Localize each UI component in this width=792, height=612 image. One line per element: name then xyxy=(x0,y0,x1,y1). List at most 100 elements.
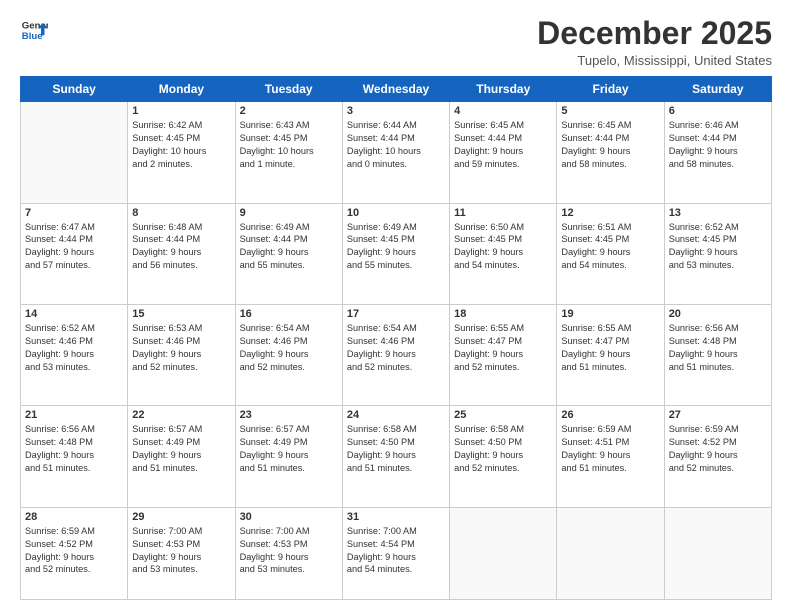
day-number: 3 xyxy=(347,105,445,117)
day-info: Sunrise: 6:58 AM Sunset: 4:50 PM Dayligh… xyxy=(454,423,552,475)
header: General Blue December 2025 Tupelo, Missi… xyxy=(20,16,772,68)
calendar-cell: 23 Sunrise: 6:57 AM Sunset: 4:49 PM Dayli… xyxy=(235,406,342,507)
day-number: 15 xyxy=(132,308,230,320)
day-info: Sunrise: 6:47 AM Sunset: 4:44 PM Dayligh… xyxy=(25,221,123,273)
weekday-header-monday: Monday xyxy=(128,77,235,102)
calendar-cell: 3 Sunrise: 6:44 AM Sunset: 4:44 PM Daylig… xyxy=(342,102,449,203)
day-info: Sunrise: 7:00 AM Sunset: 4:53 PM Dayligh… xyxy=(132,525,230,577)
day-number: 8 xyxy=(132,207,230,219)
day-number: 24 xyxy=(347,409,445,421)
day-info: Sunrise: 6:59 AM Sunset: 4:51 PM Dayligh… xyxy=(561,423,659,475)
day-info: Sunrise: 6:52 AM Sunset: 4:46 PM Dayligh… xyxy=(25,322,123,374)
day-number: 22 xyxy=(132,409,230,421)
calendar-cell: 30 Sunrise: 7:00 AM Sunset: 4:53 PM Dayli… xyxy=(235,507,342,599)
day-info: Sunrise: 6:56 AM Sunset: 4:48 PM Dayligh… xyxy=(669,322,767,374)
calendar-cell: 5Sunrise: 6:45 AM Sunset: 4:44 PM Daylig… xyxy=(557,102,664,203)
weekday-header-row: SundayMondayTuesdayWednesdayThursdayFrid… xyxy=(21,77,772,102)
day-info: Sunrise: 6:44 AM Sunset: 4:44 PM Dayligh… xyxy=(347,119,445,171)
calendar-cell: 16 Sunrise: 6:54 AM Sunset: 4:46 PM Dayli… xyxy=(235,305,342,406)
day-number: 29 xyxy=(132,511,230,523)
day-number: 19 xyxy=(561,308,659,320)
day-info: Sunrise: 6:45 AM Sunset: 4:44 PM Dayligh… xyxy=(561,119,659,171)
calendar-cell: 18Sunrise: 6:55 AM Sunset: 4:47 PM Dayli… xyxy=(450,305,557,406)
calendar-cell: 6Sunrise: 6:46 AM Sunset: 4:44 PM Daylig… xyxy=(664,102,771,203)
weekday-header-thursday: Thursday xyxy=(450,77,557,102)
day-number: 31 xyxy=(347,511,445,523)
title-block: December 2025 Tupelo, Mississippi, Unite… xyxy=(537,16,772,68)
day-info: Sunrise: 7:00 AM Sunset: 4:53 PM Dayligh… xyxy=(240,525,338,577)
day-number: 16 xyxy=(240,308,338,320)
calendar-cell xyxy=(557,507,664,599)
calendar-cell: 31 Sunrise: 7:00 AM Sunset: 4:54 PM Dayli… xyxy=(342,507,449,599)
day-info: Sunrise: 6:54 AM Sunset: 4:46 PM Dayligh… xyxy=(347,322,445,374)
calendar-cell: 15 Sunrise: 6:53 AM Sunset: 4:46 PM Dayli… xyxy=(128,305,235,406)
week-row-1: 1 Sunrise: 6:42 AM Sunset: 4:45 PM Daylig… xyxy=(21,102,772,203)
day-info: Sunrise: 6:53 AM Sunset: 4:46 PM Dayligh… xyxy=(132,322,230,374)
day-number: 30 xyxy=(240,511,338,523)
calendar-cell: 10 Sunrise: 6:49 AM Sunset: 4:45 PM Dayli… xyxy=(342,203,449,304)
calendar-cell xyxy=(21,102,128,203)
calendar-cell: 4Sunrise: 6:45 AM Sunset: 4:44 PM Daylig… xyxy=(450,102,557,203)
calendar-cell: 29 Sunrise: 7:00 AM Sunset: 4:53 PM Dayli… xyxy=(128,507,235,599)
calendar-cell xyxy=(664,507,771,599)
calendar-cell: 14 Sunrise: 6:52 AM Sunset: 4:46 PM Dayli… xyxy=(21,305,128,406)
week-row-2: 7 Sunrise: 6:47 AM Sunset: 4:44 PM Daylig… xyxy=(21,203,772,304)
day-number: 13 xyxy=(669,207,767,219)
day-info: Sunrise: 6:45 AM Sunset: 4:44 PM Dayligh… xyxy=(454,119,552,171)
day-number: 21 xyxy=(25,409,123,421)
day-info: Sunrise: 6:59 AM Sunset: 4:52 PM Dayligh… xyxy=(25,525,123,577)
day-number: 9 xyxy=(240,207,338,219)
calendar-cell: 22 Sunrise: 6:57 AM Sunset: 4:49 PM Dayli… xyxy=(128,406,235,507)
calendar-cell: 25 Sunrise: 6:58 AM Sunset: 4:50 PM Dayli… xyxy=(450,406,557,507)
calendar-cell: 19 Sunrise: 6:55 AM Sunset: 4:47 PM Dayli… xyxy=(557,305,664,406)
calendar-cell: 24 Sunrise: 6:58 AM Sunset: 4:50 PM Dayli… xyxy=(342,406,449,507)
week-row-4: 21 Sunrise: 6:56 AM Sunset: 4:48 PM Dayli… xyxy=(21,406,772,507)
calendar-cell: 8 Sunrise: 6:48 AM Sunset: 4:44 PM Daylig… xyxy=(128,203,235,304)
day-number: 1 xyxy=(132,105,230,117)
calendar-cell: 7 Sunrise: 6:47 AM Sunset: 4:44 PM Daylig… xyxy=(21,203,128,304)
day-number: 26 xyxy=(561,409,659,421)
weekday-header-sunday: Sunday xyxy=(21,77,128,102)
calendar-cell: 9Sunrise: 6:49 AM Sunset: 4:44 PM Daylig… xyxy=(235,203,342,304)
day-info: Sunrise: 6:57 AM Sunset: 4:49 PM Dayligh… xyxy=(240,423,338,475)
day-info: Sunrise: 6:54 AM Sunset: 4:46 PM Dayligh… xyxy=(240,322,338,374)
day-info: Sunrise: 6:56 AM Sunset: 4:48 PM Dayligh… xyxy=(25,423,123,475)
calendar-cell xyxy=(450,507,557,599)
calendar-cell: 26 Sunrise: 6:59 AM Sunset: 4:51 PM Dayli… xyxy=(557,406,664,507)
calendar-cell: 27Sunrise: 6:59 AM Sunset: 4:52 PM Dayli… xyxy=(664,406,771,507)
calendar-table: SundayMondayTuesdayWednesdayThursdayFrid… xyxy=(20,76,772,600)
day-number: 27 xyxy=(669,409,767,421)
day-info: Sunrise: 6:46 AM Sunset: 4:44 PM Dayligh… xyxy=(669,119,767,171)
location: Tupelo, Mississippi, United States xyxy=(537,53,772,68)
day-number: 18 xyxy=(454,308,552,320)
day-info: Sunrise: 6:58 AM Sunset: 4:50 PM Dayligh… xyxy=(347,423,445,475)
day-number: 2 xyxy=(240,105,338,117)
day-info: Sunrise: 6:55 AM Sunset: 4:47 PM Dayligh… xyxy=(561,322,659,374)
day-number: 25 xyxy=(454,409,552,421)
weekday-header-tuesday: Tuesday xyxy=(235,77,342,102)
day-info: Sunrise: 6:57 AM Sunset: 4:49 PM Dayligh… xyxy=(132,423,230,475)
day-number: 7 xyxy=(25,207,123,219)
calendar-cell: 11Sunrise: 6:50 AM Sunset: 4:45 PM Dayli… xyxy=(450,203,557,304)
month-title: December 2025 xyxy=(537,16,772,51)
day-number: 10 xyxy=(347,207,445,219)
calendar-cell: 13Sunrise: 6:52 AM Sunset: 4:45 PM Dayli… xyxy=(664,203,771,304)
day-info: Sunrise: 7:00 AM Sunset: 4:54 PM Dayligh… xyxy=(347,525,445,577)
day-info: Sunrise: 6:49 AM Sunset: 4:45 PM Dayligh… xyxy=(347,221,445,273)
calendar-cell: 21 Sunrise: 6:56 AM Sunset: 4:48 PM Dayli… xyxy=(21,406,128,507)
calendar-cell: 20Sunrise: 6:56 AM Sunset: 4:48 PM Dayli… xyxy=(664,305,771,406)
day-number: 12 xyxy=(561,207,659,219)
week-row-5: 28Sunrise: 6:59 AM Sunset: 4:52 PM Dayli… xyxy=(21,507,772,599)
weekday-header-wednesday: Wednesday xyxy=(342,77,449,102)
logo-icon: General Blue xyxy=(20,16,48,44)
calendar-cell: 28Sunrise: 6:59 AM Sunset: 4:52 PM Dayli… xyxy=(21,507,128,599)
day-info: Sunrise: 6:48 AM Sunset: 4:44 PM Dayligh… xyxy=(132,221,230,273)
calendar-cell: 17 Sunrise: 6:54 AM Sunset: 4:46 PM Dayli… xyxy=(342,305,449,406)
weekday-header-saturday: Saturday xyxy=(664,77,771,102)
day-info: Sunrise: 6:42 AM Sunset: 4:45 PM Dayligh… xyxy=(132,119,230,171)
day-number: 17 xyxy=(347,308,445,320)
svg-text:Blue: Blue xyxy=(22,31,43,42)
day-number: 14 xyxy=(25,308,123,320)
week-row-3: 14 Sunrise: 6:52 AM Sunset: 4:46 PM Dayli… xyxy=(21,305,772,406)
day-number: 23 xyxy=(240,409,338,421)
